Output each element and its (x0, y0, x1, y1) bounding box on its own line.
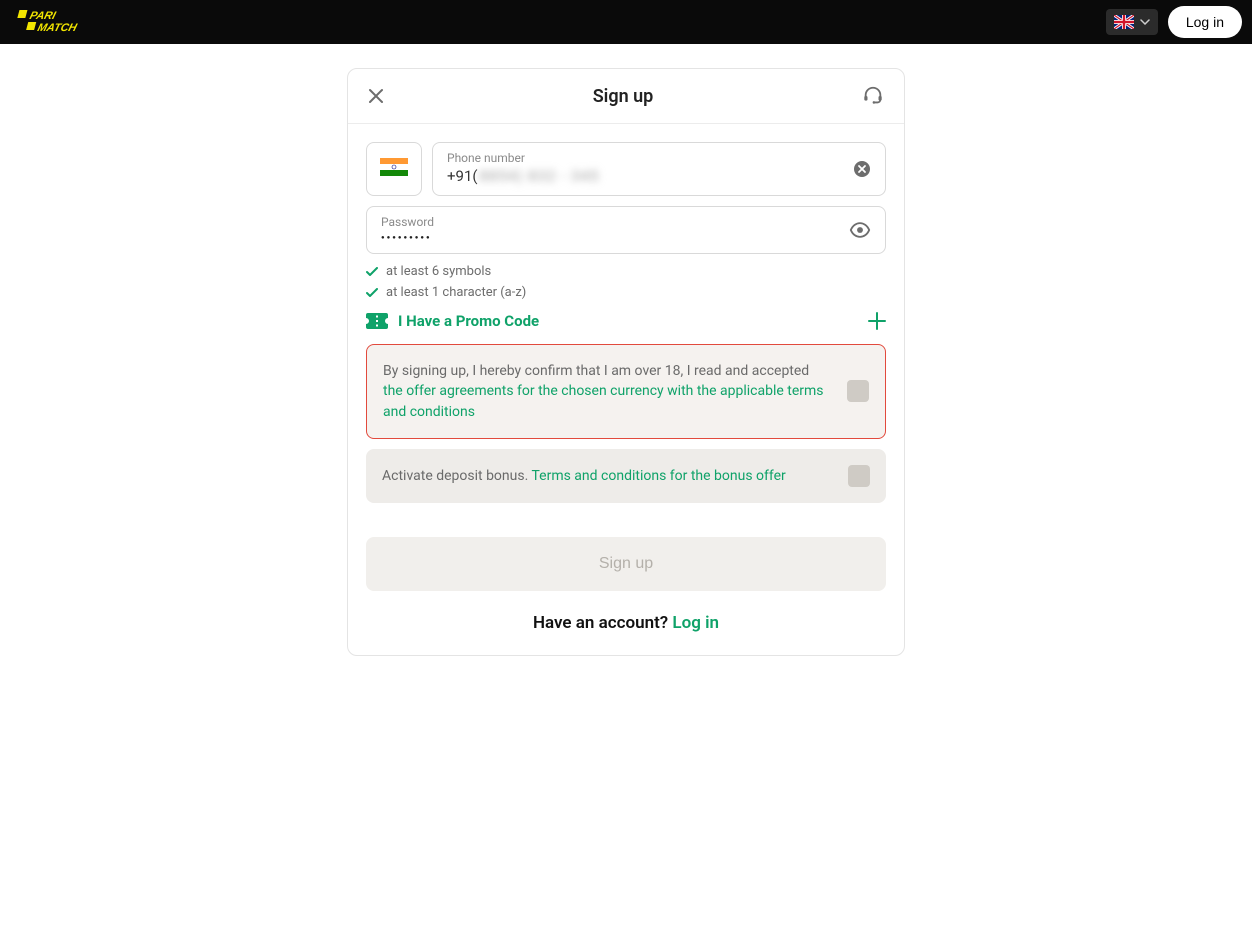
india-flag-icon (380, 158, 408, 180)
login-link[interactable]: Log in (672, 613, 719, 633)
uk-flag-icon (1114, 15, 1134, 29)
phone-prefix: +91( (447, 167, 478, 185)
signup-button[interactable]: Sign up (366, 537, 886, 591)
password-rule: at least 1 character (a-z) (366, 285, 886, 300)
password-value: ●●●●●●●●● (381, 231, 841, 245)
rule-text: at least 1 character (a-z) (386, 285, 526, 300)
phone-label: Phone number (447, 151, 841, 165)
topbar-right: Log in (1106, 6, 1242, 38)
check-icon (366, 288, 378, 298)
svg-text:MATCH: MATCH (36, 22, 79, 34)
topbar: PARI MATCH Log in (0, 0, 1252, 44)
ticket-icon (366, 313, 388, 329)
terms-prefix: By signing up, I hereby confirm that I a… (383, 363, 809, 379)
svg-text:PARI: PARI (28, 10, 57, 22)
signup-card: Sign up (347, 68, 905, 656)
bonus-link[interactable]: Terms and conditions for the bonus offer (531, 468, 785, 484)
clear-icon[interactable] (853, 160, 871, 178)
terms-checkbox[interactable] (847, 380, 869, 402)
card-header: Sign up (348, 69, 904, 124)
login-button[interactable]: Log in (1168, 6, 1242, 38)
promo-code-toggle[interactable]: I Have a Promo Code (366, 312, 886, 330)
rule-text: at least 6 symbols (386, 264, 491, 279)
have-account: Have an account? Log in (366, 613, 886, 633)
password-label: Password (381, 215, 841, 229)
card-body: Phone number +91( 8854) 832 - 345 Passwo… (348, 124, 904, 655)
password-rules: at least 6 symbols at least 1 character … (366, 264, 886, 300)
eye-icon[interactable] (849, 219, 871, 241)
plus-icon (868, 312, 886, 330)
support-icon[interactable] (862, 85, 884, 107)
have-account-text: Have an account? (533, 613, 672, 633)
phone-masked: 8854) 832 - 345 (480, 167, 600, 185)
country-selector[interactable] (366, 142, 422, 196)
terms-agree-box: By signing up, I hereby confirm that I a… (366, 344, 886, 439)
phone-row: Phone number +91( 8854) 832 - 345 (366, 142, 886, 196)
bonus-prefix: Activate deposit bonus. (382, 468, 531, 484)
parimatch-logo[interactable]: PARI MATCH (10, 8, 90, 36)
phone-value: +91( 8854) 832 - 345 (447, 167, 841, 185)
password-input[interactable]: Password ●●●●●●●●● (366, 206, 886, 254)
chevron-down-icon (1140, 19, 1150, 25)
bonus-box: Activate deposit bonus. Terms and condit… (366, 449, 886, 503)
password-rule: at least 6 symbols (366, 264, 886, 279)
language-selector[interactable] (1106, 9, 1158, 35)
phone-input[interactable]: Phone number +91( 8854) 832 - 345 (432, 142, 886, 196)
promo-label: I Have a Promo Code (398, 312, 539, 330)
bonus-checkbox[interactable] (848, 465, 870, 487)
close-icon[interactable] (368, 88, 384, 104)
bonus-text: Activate deposit bonus. Terms and condit… (382, 466, 786, 486)
terms-link[interactable]: the offer agreements for the chosen curr… (383, 383, 824, 419)
terms-text: By signing up, I hereby confirm that I a… (383, 361, 831, 422)
check-icon (366, 267, 378, 277)
card-title: Sign up (593, 86, 654, 107)
